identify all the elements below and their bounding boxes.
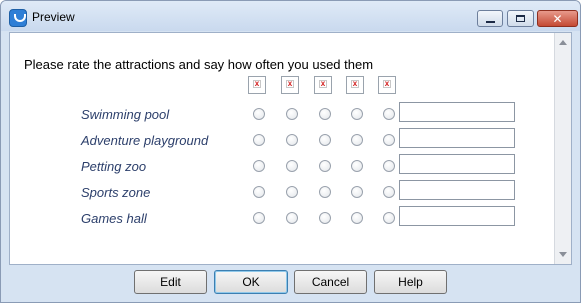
broken-image-icon: x	[319, 79, 327, 88]
broken-image-icon: x	[253, 79, 261, 88]
column-2-image-icon: x	[281, 76, 299, 94]
rating-radio-r2-c3[interactable]	[319, 134, 331, 146]
rating-radio-r5-c3[interactable]	[319, 212, 331, 224]
help-button[interactable]: Help	[374, 270, 447, 294]
maximize-icon	[516, 15, 525, 22]
column-1-image-icon: x	[248, 76, 266, 94]
app-icon	[9, 9, 27, 27]
broken-image-icon: x	[383, 79, 391, 88]
rating-radio-r2-c2[interactable]	[286, 134, 298, 146]
row-label-petting-zoo: Petting zoo	[81, 159, 147, 174]
rating-radio-r4-c2[interactable]	[286, 186, 298, 198]
close-icon: ✕	[552, 11, 563, 26]
rating-radio-r5-c1[interactable]	[253, 212, 265, 224]
rating-radio-r5-c5[interactable]	[383, 212, 395, 224]
ok-button[interactable]: OK	[214, 270, 288, 294]
rating-radio-r4-c1[interactable]	[253, 186, 265, 198]
row-label-games-hall: Games hall	[81, 211, 147, 226]
preview-content: Please rate the attractions and say how …	[9, 32, 572, 265]
row-label-swimming-pool: Swimming pool	[81, 107, 170, 122]
cancel-button[interactable]: Cancel	[294, 270, 367, 294]
row-label-adventure-playground: Adventure playground	[81, 133, 209, 148]
usage-input-adventure-playground[interactable]	[399, 128, 515, 148]
rating-radio-r4-c3[interactable]	[319, 186, 331, 198]
rating-radio-r4-c4[interactable]	[351, 186, 363, 198]
column-4-image-icon: x	[346, 76, 364, 94]
rating-radio-r4-c5[interactable]	[383, 186, 395, 198]
vertical-scrollbar[interactable]	[554, 33, 571, 264]
column-3-image-icon: x	[314, 76, 332, 94]
rating-radio-r5-c2[interactable]	[286, 212, 298, 224]
broken-image-icon: x	[286, 79, 294, 88]
usage-input-swimming-pool[interactable]	[399, 102, 515, 122]
rating-radio-r2-c1[interactable]	[253, 134, 265, 146]
rating-radio-r3-c5[interactable]	[383, 160, 395, 172]
button-bar: Edit OK Cancel Help	[1, 264, 580, 302]
usage-input-games-hall[interactable]	[399, 206, 515, 226]
edit-button[interactable]: Edit	[134, 270, 207, 294]
rating-radio-r1-c4[interactable]	[351, 108, 363, 120]
rating-radio-r1-c1[interactable]	[253, 108, 265, 120]
title-bar: Preview ✕	[1, 1, 580, 31]
close-button[interactable]: ✕	[537, 10, 578, 27]
rating-radio-r1-c3[interactable]	[319, 108, 331, 120]
rating-radio-r1-c2[interactable]	[286, 108, 298, 120]
rating-radio-r3-c1[interactable]	[253, 160, 265, 172]
window-title: Preview	[32, 10, 75, 24]
rating-radio-r3-c4[interactable]	[351, 160, 363, 172]
rating-radio-r5-c4[interactable]	[351, 212, 363, 224]
rating-radio-r3-c3[interactable]	[319, 160, 331, 172]
scroll-down-icon[interactable]	[559, 252, 567, 257]
usage-input-sports-zone[interactable]	[399, 180, 515, 200]
broken-image-icon: x	[351, 79, 359, 88]
question-text: Please rate the attractions and say how …	[24, 57, 374, 72]
rating-radio-r2-c5[interactable]	[383, 134, 395, 146]
column-5-image-icon: x	[378, 76, 396, 94]
usage-input-petting-zoo[interactable]	[399, 154, 515, 174]
rating-radio-r1-c5[interactable]	[383, 108, 395, 120]
scroll-up-icon[interactable]	[559, 40, 567, 45]
row-label-sports-zone: Sports zone	[81, 185, 151, 200]
rating-radio-r2-c4[interactable]	[351, 134, 363, 146]
maximize-button[interactable]	[507, 10, 534, 27]
minimize-icon	[485, 20, 495, 23]
minimize-button[interactable]	[477, 10, 503, 27]
preview-window: Preview ✕ Please rate the attractions an…	[0, 0, 581, 303]
rating-radio-r3-c2[interactable]	[286, 160, 298, 172]
